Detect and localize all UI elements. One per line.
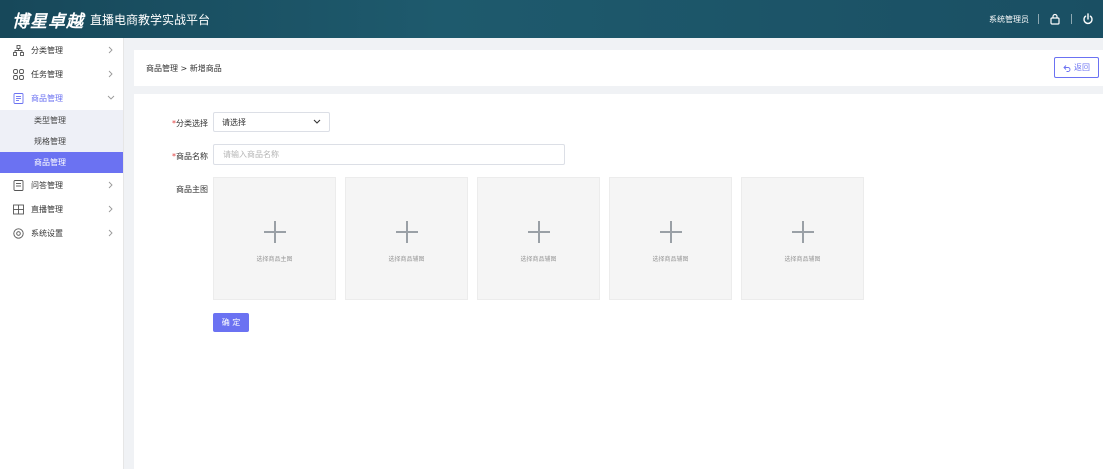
- sidebar-item-live[interactable]: 直播管理: [0, 197, 123, 221]
- chevron-right-icon: [107, 229, 115, 237]
- sidebar-item-label: 系统设置: [31, 228, 63, 238]
- category-label: *分类选择: [172, 119, 208, 128]
- upload-label: 选择商品辅图: [784, 256, 821, 263]
- sidebar-subitem-type[interactable]: 类型管理: [0, 110, 123, 131]
- settings-icon: [12, 227, 24, 239]
- platform-title: 直播电商教学实战平台: [90, 12, 211, 27]
- category-select-value: 请选择: [222, 117, 246, 127]
- breadcrumb-bar: 商品管理 > 新增商品 返回: [134, 50, 1103, 86]
- upload-label: 选择商品辅图: [388, 256, 425, 263]
- sidebar-item-label: 直播管理: [31, 204, 63, 214]
- qa-icon: [12, 179, 24, 191]
- sidebar: 分类管理 任务管理 商品管理 类型管理 规格管理 商品管理 问答管理 直播管理: [0, 38, 124, 469]
- sidebar-subitem-product[interactable]: 商品管理: [0, 152, 123, 173]
- plus-icon: [395, 221, 418, 243]
- upload-main-image[interactable]: 选择商品主图: [213, 177, 336, 300]
- sidebar-subitem-spec[interactable]: 规格管理: [0, 131, 123, 152]
- sidebar-item-label: 商品管理: [31, 93, 63, 103]
- product-submenu: 类型管理 规格管理 商品管理: [0, 110, 123, 173]
- admin-username[interactable]: 系统管理员: [989, 14, 1029, 25]
- document-icon: [12, 92, 24, 104]
- chevron-right-icon: [107, 46, 115, 54]
- back-button-label: 返回: [1074, 63, 1090, 72]
- top-header: 博星卓越 直播电商教学实战平台 系统管理员: [0, 0, 1103, 38]
- grid-icon: [12, 68, 24, 80]
- chevron-down-icon: [107, 94, 115, 102]
- upload-sub-image[interactable]: 选择商品辅图: [741, 177, 864, 300]
- power-icon[interactable]: [1081, 12, 1095, 26]
- plus-icon: [527, 221, 550, 243]
- header-divider: [1071, 14, 1072, 24]
- product-name-input[interactable]: [213, 144, 565, 165]
- sidebar-item-qa[interactable]: 问答管理: [0, 173, 123, 197]
- sidebar-item-label: 任务管理: [31, 69, 63, 79]
- sidebar-item-label: 问答管理: [31, 180, 63, 190]
- table-icon: [12, 203, 24, 215]
- breadcrumb: 商品管理 > 新增商品: [146, 63, 222, 73]
- sidebar-item-category[interactable]: 分类管理: [0, 38, 123, 62]
- hierarchy-icon: [12, 44, 24, 56]
- sidebar-item-product[interactable]: 商品管理: [0, 86, 123, 110]
- chevron-down-icon: [313, 119, 321, 125]
- product-form: *分类选择 请选择 *商品名称 商品主图 选择商品主图 选择商品辅图 选择商品辅…: [134, 94, 1103, 469]
- chevron-right-icon: [107, 70, 115, 78]
- upload-label: 选择商品辅图: [520, 256, 557, 263]
- chevron-right-icon: [107, 181, 115, 189]
- return-icon: [1063, 64, 1071, 72]
- upload-sub-image[interactable]: 选择商品辅图: [609, 177, 732, 300]
- header-divider: [1038, 14, 1039, 24]
- category-select[interactable]: 请选择: [213, 112, 330, 132]
- back-button[interactable]: 返回: [1054, 57, 1099, 78]
- product-name-label: *商品名称: [172, 152, 208, 161]
- image-upload-list: 选择商品主图 选择商品辅图 选择商品辅图 选择商品辅图 选择商品辅图: [213, 177, 873, 300]
- plus-icon: [263, 221, 286, 243]
- plus-icon: [791, 221, 814, 243]
- brand-logo: 博星卓越: [12, 11, 84, 32]
- main-image-label: 商品主图: [176, 185, 208, 194]
- chevron-right-icon: [107, 205, 115, 213]
- sidebar-item-settings[interactable]: 系统设置: [0, 221, 123, 245]
- upload-sub-image[interactable]: 选择商品辅图: [477, 177, 600, 300]
- upload-label: 选择商品辅图: [652, 256, 689, 263]
- sidebar-item-task[interactable]: 任务管理: [0, 62, 123, 86]
- main-content: 商品管理 > 新增商品 返回 *分类选择 请选择 *商品名称 商品主图 选择商品…: [124, 38, 1103, 469]
- sidebar-item-label: 分类管理: [31, 45, 63, 55]
- upload-sub-image[interactable]: 选择商品辅图: [345, 177, 468, 300]
- upload-label: 选择商品主图: [256, 256, 293, 263]
- lock-icon[interactable]: [1048, 12, 1062, 26]
- confirm-button[interactable]: 确 定: [213, 313, 249, 332]
- plus-icon: [659, 221, 682, 243]
- header-actions: 系统管理员: [989, 0, 1103, 38]
